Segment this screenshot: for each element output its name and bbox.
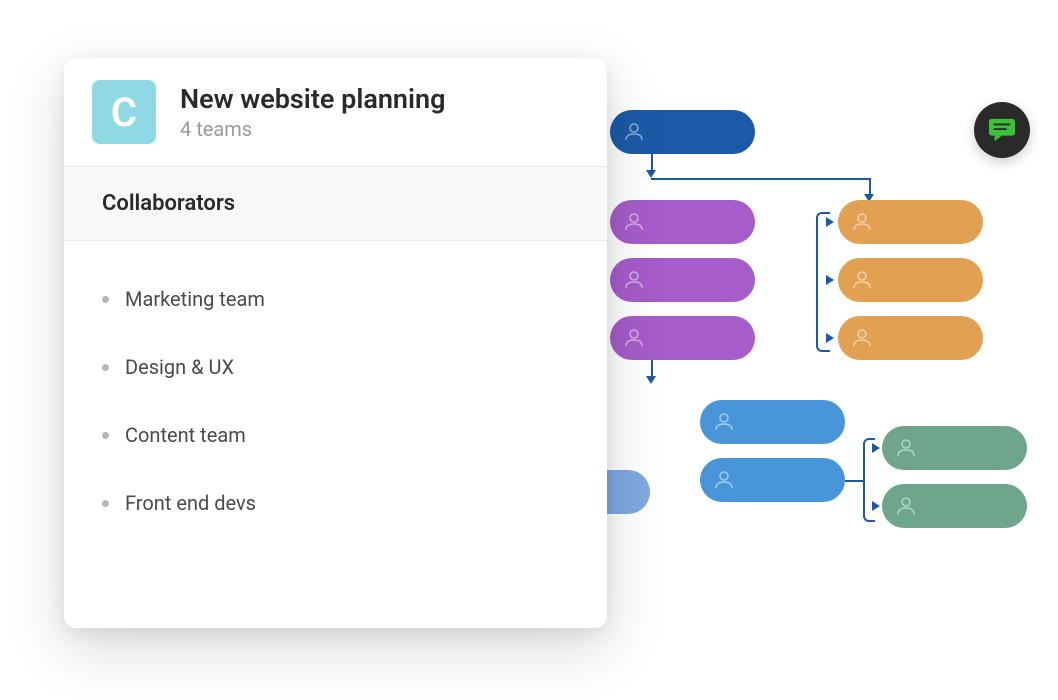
collaborator-label: Marketing team: [125, 287, 265, 311]
bullet-icon: [102, 296, 109, 303]
org-node: [882, 426, 1027, 470]
person-icon: [622, 268, 646, 292]
person-icon: [850, 326, 874, 350]
chat-icon: [987, 117, 1017, 143]
org-node: [700, 400, 845, 444]
collaborator-label: Front end devs: [125, 491, 256, 515]
app-icon-letter: C: [111, 89, 137, 136]
card-title: New website planning: [180, 83, 445, 115]
card-subtitle: 4 teams: [180, 117, 445, 141]
org-node: [838, 200, 983, 244]
org-node: [838, 316, 983, 360]
person-icon: [894, 494, 918, 518]
person-icon: [850, 210, 874, 234]
bullet-icon: [102, 500, 109, 507]
org-node: [610, 316, 755, 360]
org-node: [882, 484, 1027, 528]
org-node: [700, 458, 845, 502]
chat-button[interactable]: [974, 102, 1030, 158]
person-icon: [622, 210, 646, 234]
person-icon: [894, 436, 918, 460]
header-text: New website planning 4 teams: [180, 83, 445, 141]
planning-card: C New website planning 4 teams Collabora…: [64, 58, 607, 628]
person-icon: [622, 120, 646, 144]
org-node: [610, 110, 755, 154]
org-node: [610, 200, 755, 244]
org-node: [838, 258, 983, 302]
person-icon: [712, 468, 736, 492]
person-icon: [712, 410, 736, 434]
bullet-icon: [102, 364, 109, 371]
bullet-icon: [102, 432, 109, 439]
collaborators-heading: Collaborators: [64, 166, 607, 241]
list-item[interactable]: Front end devs: [102, 469, 569, 537]
collaborator-label: Design & UX: [125, 355, 234, 379]
list-item[interactable]: Design & UX: [102, 333, 569, 401]
card-header: C New website planning 4 teams: [64, 58, 607, 166]
app-icon: C: [92, 80, 156, 144]
list-item[interactable]: Marketing team: [102, 265, 569, 333]
person-icon: [622, 326, 646, 350]
collaborator-label: Content team: [125, 423, 246, 447]
person-icon: [850, 268, 874, 292]
collaborators-list: Marketing team Design & UX Content team …: [64, 241, 607, 561]
org-node: [610, 258, 755, 302]
list-item[interactable]: Content team: [102, 401, 569, 469]
